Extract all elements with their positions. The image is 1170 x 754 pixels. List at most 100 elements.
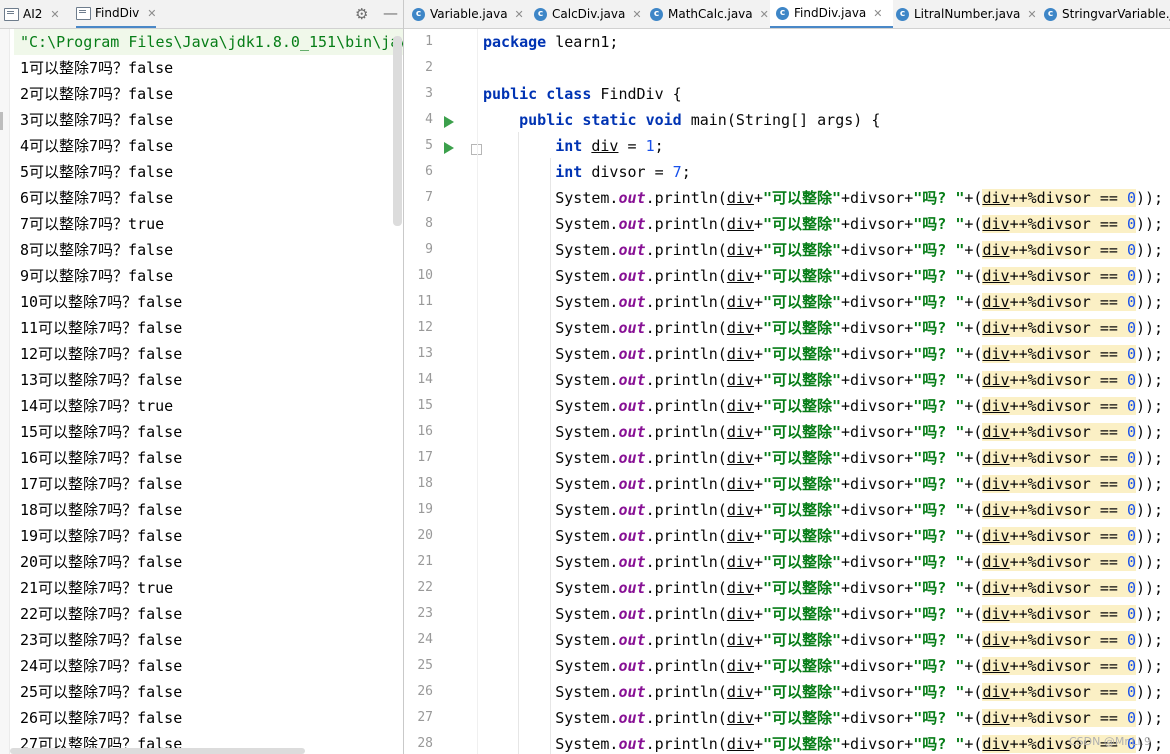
- highlighted-expression: div++%divsor == 0: [982, 189, 1136, 207]
- code-editor[interactable]: package learn1; public class FindDiv { p…: [483, 29, 1170, 754]
- close-icon[interactable]: ✕: [1027, 8, 1036, 21]
- java-class-icon: c: [1044, 7, 1057, 21]
- number-literal: 0: [1126, 397, 1136, 415]
- console-output[interactable]: "C:\Program Files\Java\jdk1.8.0_151\bin\…: [14, 29, 403, 754]
- string-literal: "可以整除": [762, 189, 842, 207]
- close-icon[interactable]: ✕: [515, 8, 524, 21]
- code-text: .println(: [645, 709, 727, 727]
- string-literal: "可以整除": [762, 293, 842, 311]
- java-class-icon: c: [412, 7, 425, 21]
- static-field: out: [618, 397, 646, 415]
- variable: div: [726, 189, 754, 207]
- editor-tab-label: FindDiv.java: [794, 6, 867, 20]
- highlighted-expression: div++%divsor == 0: [982, 553, 1136, 571]
- console-horizontal-scrollbar[interactable]: [10, 748, 305, 754]
- code-text: ));: [1136, 293, 1164, 311]
- line-number: 12: [417, 320, 433, 335]
- code-text: .println(: [645, 631, 727, 649]
- code-text: +divsor+: [841, 631, 914, 649]
- code-text: ++%divsor ==: [1009, 293, 1127, 311]
- editor-tab-calcdiv[interactable]: c CalcDiv.java ✕: [534, 0, 642, 28]
- number-literal: 0: [1126, 293, 1136, 311]
- close-icon[interactable]: ✕: [760, 8, 769, 21]
- number-literal: 0: [1126, 215, 1136, 233]
- close-icon[interactable]: ✕: [873, 7, 882, 20]
- variable: div: [982, 215, 1010, 233]
- variable: div: [726, 709, 754, 727]
- code-text: +: [753, 553, 763, 571]
- line-number: 16: [417, 424, 433, 439]
- code-text: +(: [964, 631, 983, 649]
- gear-icon[interactable]: ⚙: [355, 5, 368, 23]
- code-text: System.: [555, 319, 619, 337]
- line-number: 22: [417, 580, 433, 595]
- static-field: out: [618, 553, 646, 571]
- code-text: +: [753, 475, 763, 493]
- run-tab-ai2[interactable]: AI2 ✕: [4, 0, 60, 28]
- editor-tab-litralnumber[interactable]: c LitralNumber.java ✕: [896, 0, 1037, 28]
- code-text: learn1;: [546, 33, 619, 51]
- close-icon[interactable]: ✕: [632, 8, 641, 21]
- editor-tab-mathcalc[interactable]: c MathCalc.java ✕: [650, 0, 769, 28]
- code-text: .println(: [645, 215, 727, 233]
- minimize-icon[interactable]: —: [383, 4, 398, 22]
- code-text: System.: [555, 527, 619, 545]
- variable: div: [982, 423, 1010, 441]
- editor-tab-finddiv[interactable]: c FindDiv.java ✕: [770, 0, 893, 28]
- code-text: ++%divsor ==: [1009, 579, 1127, 597]
- highlighted-expression: div++%divsor == 0: [982, 423, 1136, 441]
- console-line: 25可以整除7吗？false: [20, 683, 183, 701]
- code-line: System.out.println(div+"可以整除"+divsor+"吗?…: [483, 237, 1170, 263]
- string-literal: "可以整除": [762, 475, 842, 493]
- gutter-separator: [477, 29, 478, 754]
- code-text: .println(: [645, 371, 727, 389]
- highlighted-expression: div++%divsor == 0: [982, 605, 1136, 623]
- code-text: +: [753, 501, 763, 519]
- code-line: package learn1;: [483, 29, 1170, 55]
- variable: div: [726, 553, 754, 571]
- console-vertical-scrollbar[interactable]: [393, 36, 402, 226]
- code-text: +: [753, 683, 763, 701]
- line-number: 19: [417, 502, 433, 517]
- variable: div: [726, 631, 754, 649]
- console-line: 8可以整除7吗？false: [20, 241, 174, 259]
- number-literal: 0: [1126, 527, 1136, 545]
- highlighted-expression: div++%divsor == 0: [982, 371, 1136, 389]
- close-icon[interactable]: ✕: [50, 8, 59, 21]
- line-number: 14: [417, 372, 433, 387]
- variable: div: [726, 319, 754, 337]
- static-field: out: [618, 449, 646, 467]
- static-field: out: [618, 215, 646, 233]
- string-literal: "吗? ": [913, 527, 965, 545]
- code-text: +divsor+: [841, 423, 914, 441]
- code-text: System.: [555, 371, 619, 389]
- code-text: System.: [555, 397, 619, 415]
- run-class-icon[interactable]: [444, 116, 454, 128]
- code-text: ;: [681, 163, 691, 181]
- run-tab-finddiv[interactable]: FindDiv ✕: [76, 0, 157, 28]
- code-text: +: [753, 579, 763, 597]
- run-tab-label: AI2: [23, 7, 43, 21]
- console-line: 23可以整除7吗？false: [20, 631, 183, 649]
- close-icon[interactable]: ✕: [147, 7, 156, 20]
- code-text: +(: [964, 371, 983, 389]
- string-literal: "吗? ": [913, 475, 965, 493]
- ide-window: AI2 ✕ FindDiv ✕ ⚙ — "C:\Program Files\Ja…: [0, 0, 1170, 754]
- variable: div: [982, 605, 1010, 623]
- console-line: 9可以整除7吗？false: [20, 267, 174, 285]
- code-line: System.out.println(div+"可以整除"+divsor+"吗?…: [483, 185, 1170, 211]
- code-text: =: [618, 137, 646, 155]
- number-literal: 0: [1126, 683, 1136, 701]
- code-text: System.: [555, 475, 619, 493]
- code-text: ));: [1136, 553, 1164, 571]
- code-line: System.out.println(div+"可以整除"+divsor+"吗?…: [483, 653, 1170, 679]
- console-line: 18可以整除7吗？false: [20, 501, 183, 519]
- run-main-icon[interactable]: [444, 142, 454, 154]
- code-text: ++%divsor ==: [1009, 527, 1127, 545]
- string-literal: "可以整除": [762, 423, 842, 441]
- editor-tab-stringvarvariable[interactable]: c StringvarVariable.j: [1044, 0, 1170, 28]
- editor-tab-variable[interactable]: c Variable.java ✕: [412, 0, 524, 28]
- code-text: +(: [964, 449, 983, 467]
- code-text: ++%divsor ==: [1009, 189, 1127, 207]
